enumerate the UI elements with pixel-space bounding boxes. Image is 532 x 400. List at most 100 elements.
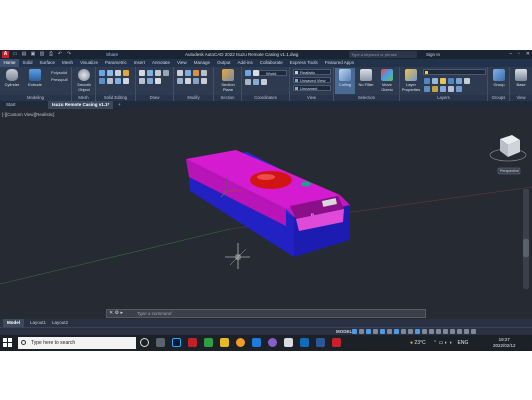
tray-icons[interactable]: ⌃ ▭ ◐ ◖ [433, 340, 452, 346]
plot-icon[interactable]: ⎙ [48, 50, 54, 59]
app-white-icon[interactable] [284, 338, 293, 347]
layer-freeze-icon[interactable] [440, 78, 446, 84]
app-orange-icon[interactable] [236, 338, 245, 347]
save-icon[interactable]: ▣ [30, 50, 36, 59]
hatch-icon[interactable] [147, 78, 153, 84]
command-input[interactable]: Type a command [137, 310, 171, 317]
redo-icon[interactable]: ↷ [66, 50, 72, 59]
tab-express-tools[interactable]: Express Tools [286, 59, 321, 67]
smooth-object-button[interactable]: Smooth Object [74, 68, 94, 94]
copy-icon[interactable] [201, 70, 207, 76]
otrack-toggle-icon[interactable] [387, 329, 392, 334]
presspull-button[interactable]: Presspull [51, 77, 67, 82]
extract-edges-icon[interactable] [115, 78, 121, 84]
keyword-search-input[interactable]: Type a keyword or phrase [349, 51, 417, 58]
3d-osnap-icon[interactable] [415, 329, 420, 334]
shell-icon[interactable] [123, 78, 129, 84]
isolate-objects-icon[interactable] [450, 329, 455, 334]
ucs-origin-icon[interactable] [245, 79, 251, 85]
trim-icon[interactable] [193, 70, 199, 76]
document-tab[interactable]: Isuzu Remote Casing v1.1* [48, 101, 114, 109]
layer-on-icon[interactable] [424, 86, 430, 92]
layer-unlock-icon[interactable] [440, 86, 446, 92]
visual-style-dropdown[interactable]: Realistic [293, 69, 331, 75]
extrude-button[interactable]: Extrude [25, 68, 45, 94]
group-button[interactable]: Group [489, 68, 509, 94]
ucs-icon[interactable] [245, 70, 251, 76]
polysolid-button[interactable]: Polysolid [51, 70, 67, 75]
sign-in-button[interactable]: Sign In [426, 50, 440, 59]
ucs-z-icon[interactable] [253, 79, 259, 85]
model-space-toggle[interactable]: MODEL [336, 328, 352, 335]
union-icon[interactable] [99, 70, 105, 76]
line-icon[interactable] [139, 70, 145, 76]
tab-layout2[interactable]: Layout2 [48, 319, 72, 327]
grid-toggle-icon[interactable] [352, 329, 357, 334]
spline-icon[interactable] [155, 78, 161, 84]
mirror-icon[interactable] [177, 78, 183, 84]
slice-icon[interactable] [123, 70, 129, 76]
rectangle-icon[interactable] [139, 78, 145, 84]
navigation-bar-thumb[interactable] [523, 239, 529, 257]
transparency-toggle-icon[interactable] [401, 329, 406, 334]
app-green-icon[interactable] [204, 338, 213, 347]
array-icon[interactable] [193, 78, 199, 84]
word-icon[interactable] [316, 338, 325, 347]
app-red-icon[interactable] [188, 338, 197, 347]
close-command-icon[interactable]: ✕ [109, 310, 113, 316]
hardware-acceleration-icon[interactable] [457, 329, 462, 334]
layer-dropdown[interactable] [423, 69, 486, 75]
command-prompt-icon[interactable]: ▸ [120, 310, 123, 316]
edge-icon[interactable] [252, 338, 261, 347]
app-purple-icon[interactable] [268, 338, 277, 347]
tab-output[interactable]: Output [214, 59, 235, 67]
weather-temp[interactable]: 23°C [414, 340, 425, 346]
ucs-dropdown[interactable]: World [259, 70, 287, 76]
cylinder-button[interactable]: Cylinder [2, 68, 22, 94]
osnap-toggle-icon[interactable] [380, 329, 385, 334]
intersect-icon[interactable] [115, 70, 121, 76]
save-as-icon[interactable]: ▥ [39, 50, 45, 59]
new-tab-button[interactable]: + [118, 101, 121, 109]
clean-screen-icon[interactable] [464, 329, 469, 334]
tab-annotate[interactable]: Annotate [149, 59, 174, 67]
lineweight-toggle-icon[interactable] [394, 329, 399, 334]
autocad-taskbar-icon[interactable] [332, 338, 341, 347]
layer-match-icon[interactable] [456, 78, 462, 84]
customize-command-icon[interactable]: ⚙ [115, 310, 119, 316]
layer-off-icon[interactable] [424, 78, 430, 84]
layer-properties-button[interactable]: Layer Properties [401, 68, 421, 94]
layer-isolate-icon[interactable] [432, 78, 438, 84]
polar-toggle-icon[interactable] [373, 329, 378, 334]
tab-featured-apps[interactable]: Featured Apps [321, 59, 357, 67]
cortana-icon[interactable] [140, 338, 149, 347]
move-gizmo-button[interactable]: Move Gizmo [377, 68, 397, 94]
tab-add-ins[interactable]: Add-ins [234, 59, 256, 67]
annotation-scale-icon[interactable] [429, 329, 434, 334]
tab-surface[interactable]: Surface [36, 59, 59, 67]
thicken-icon[interactable] [107, 78, 113, 84]
tab-home[interactable]: Home [0, 59, 20, 67]
layer-merge-icon[interactable] [456, 86, 462, 92]
weather-icon[interactable]: ● [410, 340, 413, 346]
maximize-icon[interactable]: ▫ [518, 50, 520, 59]
culling-button[interactable]: Culling [335, 68, 355, 94]
task-view-icon[interactable] [156, 338, 165, 347]
windows-start-icon[interactable] [3, 338, 13, 348]
minimize-icon[interactable]: – [509, 50, 512, 59]
drawing-viewport[interactable]: [-][Custom View][Realistic] R Perspectiv… [0, 109, 532, 319]
navigation-bar[interactable] [523, 189, 529, 289]
arc-icon[interactable] [163, 70, 169, 76]
move-icon[interactable] [177, 70, 183, 76]
tab-manage[interactable]: Manage [190, 59, 213, 67]
viewport-config-dropdown[interactable]: Unnamed [293, 85, 331, 91]
circle-icon[interactable] [155, 70, 161, 76]
no-filter-button[interactable]: No Filter [356, 68, 376, 94]
saved-view-dropdown[interactable]: Unsaved View [293, 77, 331, 83]
ortho-toggle-icon[interactable] [366, 329, 371, 334]
polyline-icon[interactable] [147, 70, 153, 76]
autocad-logo-icon[interactable]: A [2, 51, 9, 58]
units-icon[interactable] [443, 329, 448, 334]
subtract-icon[interactable] [107, 70, 113, 76]
command-line[interactable]: ✕ ⚙ ▸ Type a command [106, 309, 426, 318]
